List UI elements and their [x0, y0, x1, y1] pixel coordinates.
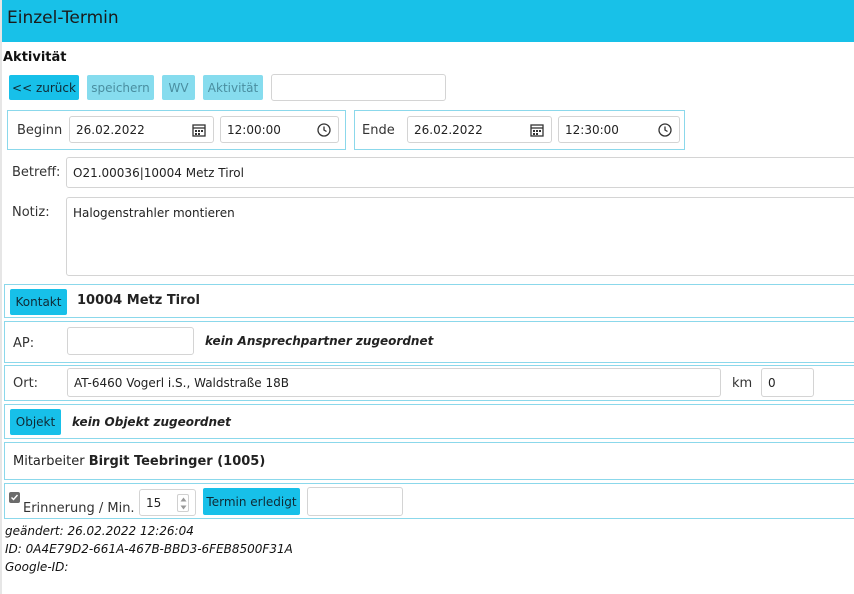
begin-panel: Beginn 26.02.2022 12:00:00 [7, 110, 346, 150]
reminder-extra-input[interactable] [307, 487, 403, 516]
ap-note: kein Ansprechpartner zugeordnet [205, 334, 434, 348]
location-label: Ort: [13, 376, 39, 391]
begin-time-value: 12:00:00 [227, 122, 281, 137]
end-time-value: 12:30:00 [565, 122, 619, 137]
contact-panel: Kontakt 10004 Metz Tirol [4, 284, 854, 318]
reminder-minutes-value: 15 [146, 495, 162, 510]
reminder-panel: Erinnerung / Min. 15 Termin erledigt [4, 483, 854, 519]
ap-input[interactable] [67, 327, 194, 355]
page-title: Einzel-Termin [7, 8, 119, 28]
reminder-minutes-stepper[interactable]: 15 [139, 489, 196, 516]
note-label: Notiz: [12, 205, 50, 220]
contact-button[interactable]: Kontakt [10, 289, 67, 315]
toolbar-extra-input[interactable] [271, 74, 446, 101]
ap-label: AP: [13, 336, 35, 351]
end-date-value: 26.02.2022 [414, 122, 483, 137]
km-label: km [732, 376, 753, 391]
clock-icon[interactable] [658, 123, 672, 137]
reminder-label: Erinnerung / Min. [23, 501, 135, 516]
clock-icon[interactable] [317, 123, 331, 137]
reminder-checkbox[interactable] [9, 492, 20, 503]
section-title: Aktivität [3, 50, 67, 65]
activity-button[interactable]: Aktivität [203, 75, 263, 100]
begin-label: Beginn [17, 123, 63, 138]
employee-label: Mitarbeiter [13, 454, 85, 469]
employee-panel: Mitarbeiter Birgit Teebringer (1005) [4, 442, 854, 480]
object-panel: Objekt kein Objekt zugeordnet [4, 404, 854, 439]
contact-name: 10004 Metz Tirol [77, 293, 200, 308]
location-panel: Ort: AT-6460 Vogerl i.S., Waldstraße 18B… [4, 365, 854, 401]
save-button[interactable]: speichern [87, 75, 154, 100]
changed-timestamp: geändert: 26.02.2022 12:26:04 [5, 524, 194, 538]
location-input[interactable]: AT-6460 Vogerl i.S., Waldstraße 18B [67, 368, 721, 397]
end-panel: Ende 26.02.2022 12:30:00 [354, 110, 685, 150]
ap-panel: AP: kein Ansprechpartner zugeordnet [4, 321, 854, 363]
google-id: Google-ID: [5, 560, 69, 574]
subject-input[interactable]: O21.00036|10004 Metz Tirol [66, 157, 854, 188]
km-input[interactable]: 0 [761, 368, 814, 397]
employee-line: Mitarbeiter Birgit Teebringer (1005) [13, 454, 265, 469]
begin-date-value: 26.02.2022 [76, 122, 145, 137]
end-time-field[interactable]: 12:30:00 [558, 116, 680, 143]
calendar-icon[interactable] [530, 123, 544, 137]
spinner-arrows-icon[interactable] [177, 494, 189, 512]
calendar-icon[interactable] [192, 123, 206, 137]
object-note: kein Objekt zugeordnet [72, 415, 231, 429]
back-button[interactable]: << zurück [9, 75, 79, 100]
end-date-field[interactable]: 26.02.2022 [407, 116, 552, 143]
done-button[interactable]: Termin erledigt [203, 488, 300, 515]
subject-label: Betreff: [12, 165, 61, 180]
window-left-border [0, 0, 2, 594]
begin-date-field[interactable]: 26.02.2022 [69, 116, 214, 143]
employee-name: Birgit Teebringer (1005) [88, 454, 266, 469]
record-id: ID: 0A4E79D2-661A-467B-BBD3-6FEB8500F31A [5, 542, 293, 556]
object-button[interactable]: Objekt [10, 409, 61, 435]
begin-time-field[interactable]: 12:00:00 [220, 116, 339, 143]
end-label: Ende [362, 123, 395, 138]
header-bar: Einzel-Termin [2, 0, 854, 42]
note-textarea[interactable]: Halogenstrahler montieren [66, 197, 854, 276]
wv-button[interactable]: WV [162, 75, 195, 100]
